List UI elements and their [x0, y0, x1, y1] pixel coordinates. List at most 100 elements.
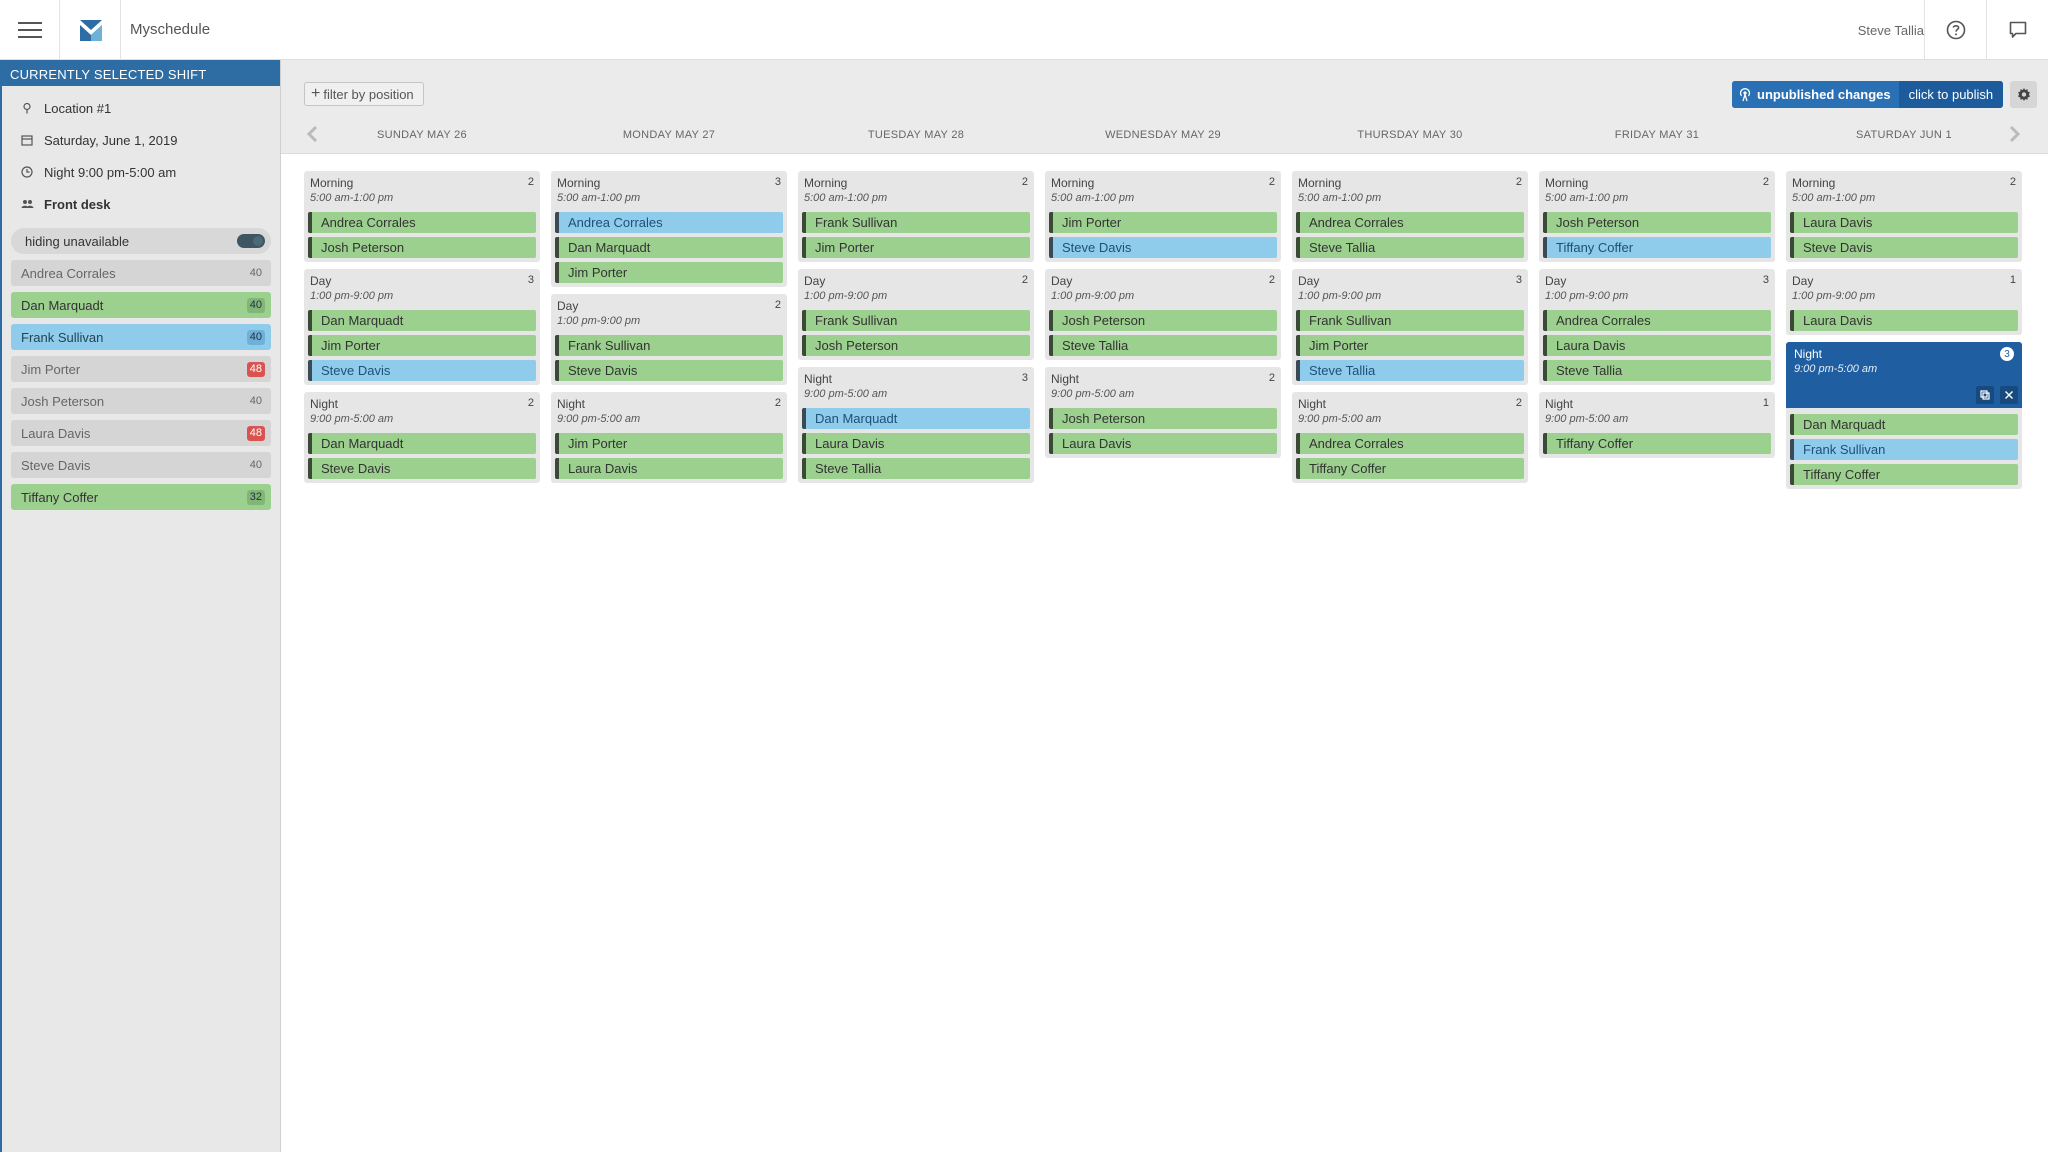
- plus-icon: +: [311, 85, 321, 102]
- shift-card[interactable]: Morning 2 5:00 am-1:00 pm Frank Sullivan Jim…: [798, 171, 1034, 262]
- shift-assignment[interactable]: Laura Davis: [1049, 433, 1277, 454]
- copy-shift-button[interactable]: [1976, 386, 1994, 404]
- shift-assignment[interactable]: Andrea Corrales: [555, 212, 783, 233]
- shift-assignment[interactable]: Tiffany Coffer: [1296, 458, 1524, 479]
- employee-item[interactable]: Josh Peterson 40: [11, 388, 271, 414]
- shift-assignment[interactable]: Andrea Corrales: [1296, 433, 1524, 454]
- shift-card[interactable]: Day 3 1:00 pm-9:00 pm Andrea Corrales Laura …: [1539, 269, 1775, 385]
- shift-assignment[interactable]: Dan Marquadt: [802, 408, 1030, 429]
- shift-assignment[interactable]: Steve Davis: [308, 360, 536, 381]
- shift-assignment[interactable]: Steve Davis: [1790, 237, 2018, 258]
- employee-name: Laura Davis: [21, 425, 91, 441]
- shift-assignment[interactable]: Dan Marquadt: [555, 237, 783, 258]
- employee-item[interactable]: Dan Marquadt 40: [11, 292, 271, 318]
- messages-button[interactable]: [1986, 0, 2048, 60]
- employee-item[interactable]: Andrea Corrales 40: [11, 260, 271, 286]
- shift-assignment[interactable]: Steve Tallia: [1296, 360, 1524, 381]
- hiding-unavailable-toggle[interactable]: hiding unavailable: [11, 228, 271, 254]
- shift-assignment[interactable]: Josh Peterson: [1543, 212, 1771, 233]
- shift-card[interactable]: Night 2 9:00 pm-5:00 am Dan Marquadt Steve D…: [304, 392, 540, 483]
- employee-item[interactable]: Frank Sullivan 40: [11, 324, 271, 350]
- shift-assignment[interactable]: Dan Marquadt: [1790, 414, 2018, 435]
- employee-name: Jim Porter: [21, 361, 81, 377]
- employee-item[interactable]: Tiffany Coffer 32: [11, 484, 271, 510]
- shift-assignment[interactable]: Steve Tallia: [802, 458, 1030, 479]
- shift-card[interactable]: Night 3 9:00 pm-5:00 am Dan Marquadt Laura D…: [798, 367, 1034, 483]
- shift-assignment[interactable]: Steve Tallia: [1296, 237, 1524, 258]
- shift-card[interactable]: Day 2 1:00 pm-9:00 pm Josh Peterson Steve Ta…: [1045, 269, 1281, 360]
- shift-assignment[interactable]: Tiffany Coffer: [1543, 237, 1771, 258]
- shift-assignment[interactable]: Steve Tallia: [1543, 360, 1771, 381]
- shift-assignment[interactable]: Frank Sullivan: [1790, 439, 2018, 460]
- settings-button[interactable]: [2010, 81, 2037, 108]
- shift-assignment[interactable]: Jim Porter: [802, 237, 1030, 258]
- shift-card[interactable]: Morning 2 5:00 am-1:00 pm Andrea Corrales Jo…: [304, 171, 540, 262]
- shift-assignment[interactable]: Steve Davis: [555, 360, 783, 381]
- shift-assignment[interactable]: Jim Porter: [1296, 335, 1524, 356]
- shift-assignment[interactable]: Steve Tallia: [1049, 335, 1277, 356]
- shift-assignment[interactable]: Jim Porter: [308, 335, 536, 356]
- shift-card[interactable]: Morning 2 5:00 am-1:00 pm Josh Peterson Tiff…: [1539, 171, 1775, 262]
- app-logo[interactable]: [61, 0, 121, 60]
- copy-icon: [1980, 390, 1990, 400]
- shift-name: Night: [1545, 397, 1574, 411]
- shift-card[interactable]: Day 1 1:00 pm-9:00 pm Laura Davis: [1786, 269, 2022, 335]
- shift-card[interactable]: Day 3 1:00 pm-9:00 pm Frank Sullivan Jim Por…: [1292, 269, 1528, 385]
- shift-assignment[interactable]: Josh Peterson: [308, 237, 536, 258]
- shift-assignment[interactable]: Laura Davis: [1790, 212, 2018, 233]
- filter-by-position-button[interactable]: + filter by position: [304, 82, 424, 106]
- shift-assignment[interactable]: Tiffany Coffer: [1543, 433, 1771, 454]
- shift-assignment[interactable]: Jim Porter: [1049, 212, 1277, 233]
- publish-button[interactable]: click to publish: [1898, 81, 2004, 108]
- help-button[interactable]: [1924, 0, 1986, 60]
- shift-assignment[interactable]: Dan Marquadt: [308, 433, 536, 454]
- shift-card[interactable]: Morning 2 5:00 am-1:00 pm Jim Porter Steve D…: [1045, 171, 1281, 262]
- employee-item[interactable]: Steve Davis 40: [11, 452, 271, 478]
- employee-item[interactable]: Jim Porter 48: [11, 356, 271, 382]
- shift-assignment[interactable]: Josh Peterson: [1049, 310, 1277, 331]
- shift-card[interactable]: Night 1 9:00 pm-5:00 am Tiffany Coffer: [1539, 392, 1775, 458]
- shift-assignment[interactable]: Laura Davis: [555, 458, 783, 479]
- shift-assignment[interactable]: Josh Peterson: [802, 335, 1030, 356]
- toggle-switch[interactable]: [237, 234, 265, 248]
- shift-assignment[interactable]: Laura Davis: [1790, 310, 2018, 331]
- shift-assignment[interactable]: Josh Peterson: [1049, 408, 1277, 429]
- shift-assignment[interactable]: Andrea Corrales: [1543, 310, 1771, 331]
- shift-card[interactable]: Day 2 1:00 pm-9:00 pm Frank Sullivan Steve D…: [551, 294, 787, 385]
- shift-assignment[interactable]: Andrea Corrales: [1296, 212, 1524, 233]
- shift-assignment[interactable]: Andrea Corrales: [308, 212, 536, 233]
- shift-time: 9:00 pm-5:00 am: [804, 388, 888, 400]
- shift-headcount: 2: [774, 397, 781, 409]
- shift-card[interactable]: Day 2 1:00 pm-9:00 pm Frank Sullivan Josh Pe…: [798, 269, 1034, 360]
- shift-card[interactable]: Day 3 1:00 pm-9:00 pm Dan Marquadt Jim Porte…: [304, 269, 540, 385]
- shift-assignment[interactable]: Laura Davis: [1543, 335, 1771, 356]
- employee-name: Andrea Corrales: [21, 265, 116, 281]
- shift-assignment[interactable]: Dan Marquadt: [308, 310, 536, 331]
- shift-assignment[interactable]: Tiffany Coffer: [1790, 464, 2018, 485]
- shift-card[interactable]: Night 2 9:00 pm-5:00 am Andrea Corrales Tiff…: [1292, 392, 1528, 483]
- shift-assignment[interactable]: Frank Sullivan: [555, 335, 783, 356]
- menu-button[interactable]: [0, 0, 60, 60]
- shift-assignment[interactable]: Jim Porter: [555, 433, 783, 454]
- publish-control[interactable]: unpublished changes click to publish: [1732, 81, 2004, 108]
- day-header: THURSDAY MAY 30: [1357, 129, 1463, 141]
- shift-assignment[interactable]: Laura Davis: [802, 433, 1030, 454]
- close-shift-button[interactable]: [2000, 386, 2018, 404]
- user-name[interactable]: Steve Tallia: [1858, 23, 1924, 38]
- shift-assignment[interactable]: Steve Davis: [308, 458, 536, 479]
- selected-shift-card[interactable]: Night 3 9:00 pm-5:00 am Dan Marquadt Frank S…: [1786, 342, 2022, 489]
- shift-assignment[interactable]: Frank Sullivan: [1296, 310, 1524, 331]
- employee-name: Josh Peterson: [21, 393, 105, 409]
- next-week-button[interactable]: [2006, 126, 2022, 142]
- shift-assignment[interactable]: Frank Sullivan: [802, 310, 1030, 331]
- employee-item[interactable]: Laura Davis 48: [11, 420, 271, 446]
- day-column: Morning 2 5:00 am-1:00 pm Laura Davis Steve …: [1786, 171, 2022, 496]
- shift-assignment[interactable]: Frank Sullivan: [802, 212, 1030, 233]
- shift-card[interactable]: Morning 2 5:00 am-1:00 pm Andrea Corrales St…: [1292, 171, 1528, 262]
- shift-card[interactable]: Night 2 9:00 pm-5:00 am Jim Porter Laura Dav…: [551, 392, 787, 483]
- shift-card[interactable]: Morning 2 5:00 am-1:00 pm Laura Davis Steve …: [1786, 171, 2022, 262]
- shift-assignment[interactable]: Steve Davis: [1049, 237, 1277, 258]
- shift-assignment[interactable]: Jim Porter: [555, 262, 783, 283]
- shift-card[interactable]: Night 2 9:00 pm-5:00 am Josh Peterson Laura …: [1045, 367, 1281, 458]
- shift-card[interactable]: Morning 3 5:00 am-1:00 pm Andrea Corrales Da…: [551, 171, 787, 287]
